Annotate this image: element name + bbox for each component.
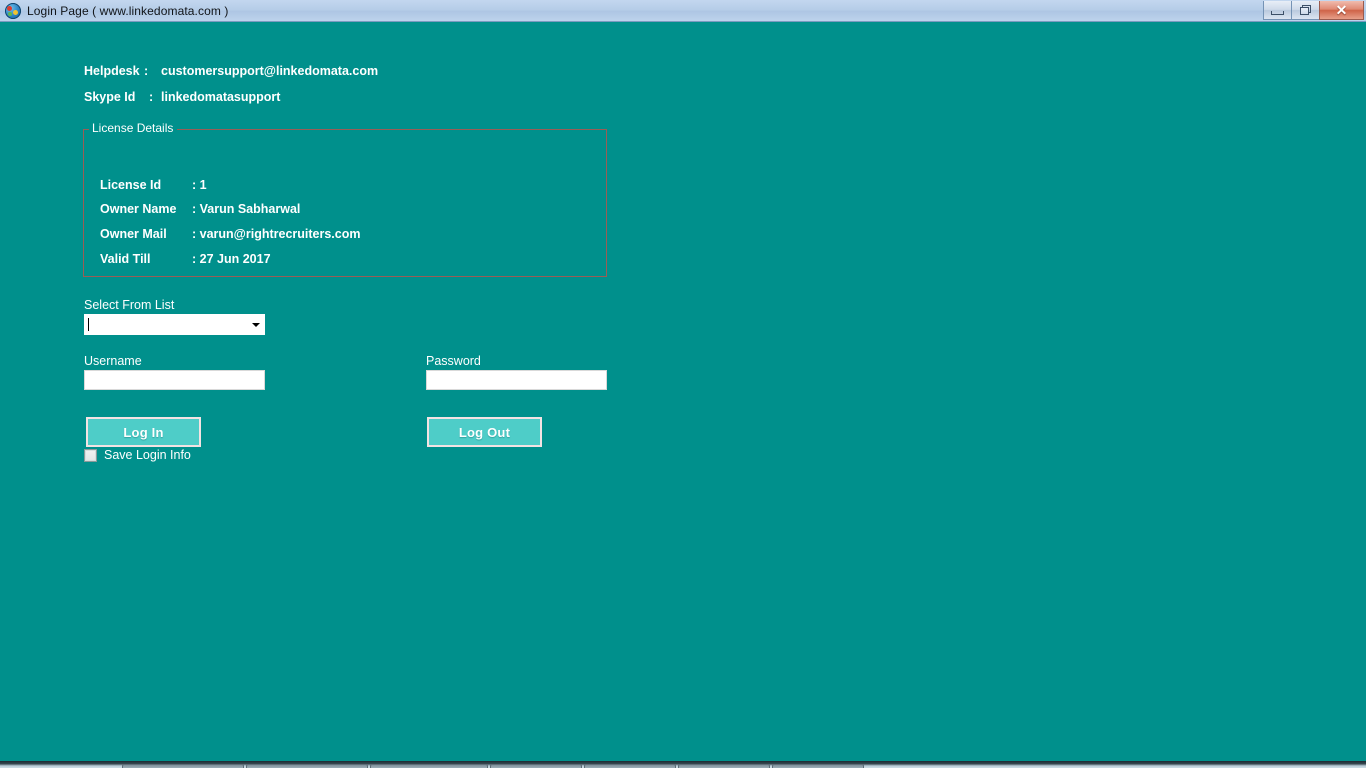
username-input[interactable] bbox=[84, 370, 265, 390]
taskbar-button[interactable] bbox=[370, 764, 488, 768]
taskbar-strip bbox=[0, 761, 1366, 768]
save-login-info-checkbox[interactable] bbox=[84, 448, 97, 462]
save-login-info-row[interactable]: Save Login Info bbox=[84, 448, 191, 462]
maximize-button[interactable] bbox=[1291, 1, 1320, 20]
password-label: Password bbox=[426, 354, 481, 368]
license-id-value: : 1 bbox=[192, 178, 207, 192]
minimize-icon bbox=[1271, 10, 1284, 15]
close-button[interactable]: ✕ bbox=[1319, 1, 1364, 20]
valid-till-value: : 27 Jun 2017 bbox=[192, 252, 271, 266]
owner-name-label: Owner Name bbox=[100, 202, 177, 216]
select-from-list-label: Select From List bbox=[84, 298, 175, 312]
helpdesk-separator: : bbox=[144, 64, 149, 78]
skype-label: Skype Id bbox=[84, 90, 136, 104]
window-controls: ✕ bbox=[1263, 1, 1364, 20]
owner-name-value: : Varun Sabharwal bbox=[192, 202, 301, 216]
select-from-list-dropdown[interactable] bbox=[84, 314, 265, 335]
helpdesk-label: Helpdesk bbox=[84, 64, 140, 78]
password-input[interactable] bbox=[426, 370, 607, 390]
username-label: Username bbox=[84, 354, 142, 368]
owner-mail-value: : varun@rightrecruiters.com bbox=[192, 227, 361, 241]
titlebar-left-group: Login Page ( www.linkedomata.com ) bbox=[5, 0, 229, 22]
taskbar-button[interactable] bbox=[772, 764, 864, 768]
skype-id: linkedomatasupport bbox=[161, 90, 281, 104]
license-id-label: License Id bbox=[100, 178, 162, 192]
taskbar-button[interactable] bbox=[584, 764, 676, 768]
window-title: Login Page ( www.linkedomata.com ) bbox=[27, 4, 229, 18]
select-from-list-value[interactable] bbox=[85, 315, 246, 334]
form-client-area: Helpdesk : customersupport@linkedomata.c… bbox=[0, 22, 1366, 761]
taskbar-button[interactable] bbox=[246, 764, 368, 768]
license-details-legend: License Details bbox=[89, 121, 178, 135]
helpdesk-email: customersupport@linkedomata.com bbox=[161, 64, 379, 78]
license-details-groupbox: License Details License Id : 1 Owner Nam… bbox=[83, 121, 607, 277]
valid-till-label: Valid Till bbox=[100, 252, 151, 266]
chevron-down-icon[interactable] bbox=[246, 315, 264, 334]
window-titlebar[interactable]: Login Page ( www.linkedomata.com ) ✕ bbox=[0, 0, 1366, 22]
save-login-info-label: Save Login Info bbox=[104, 448, 191, 462]
taskbar-button[interactable] bbox=[678, 764, 770, 768]
logout-button[interactable]: Log Out bbox=[427, 417, 542, 447]
text-caret bbox=[88, 318, 89, 331]
globe-app-icon bbox=[5, 3, 21, 19]
taskbar-button[interactable] bbox=[122, 764, 244, 768]
application-window: Login Page ( www.linkedomata.com ) ✕ Hel… bbox=[0, 0, 1366, 768]
login-button[interactable]: Log In bbox=[86, 417, 201, 447]
skype-separator: : bbox=[149, 90, 154, 104]
close-icon: ✕ bbox=[1335, 2, 1348, 18]
taskbar-button[interactable] bbox=[490, 764, 582, 768]
minimize-button[interactable] bbox=[1263, 1, 1292, 20]
restore-icon bbox=[1299, 4, 1312, 16]
owner-mail-label: Owner Mail bbox=[100, 227, 167, 241]
